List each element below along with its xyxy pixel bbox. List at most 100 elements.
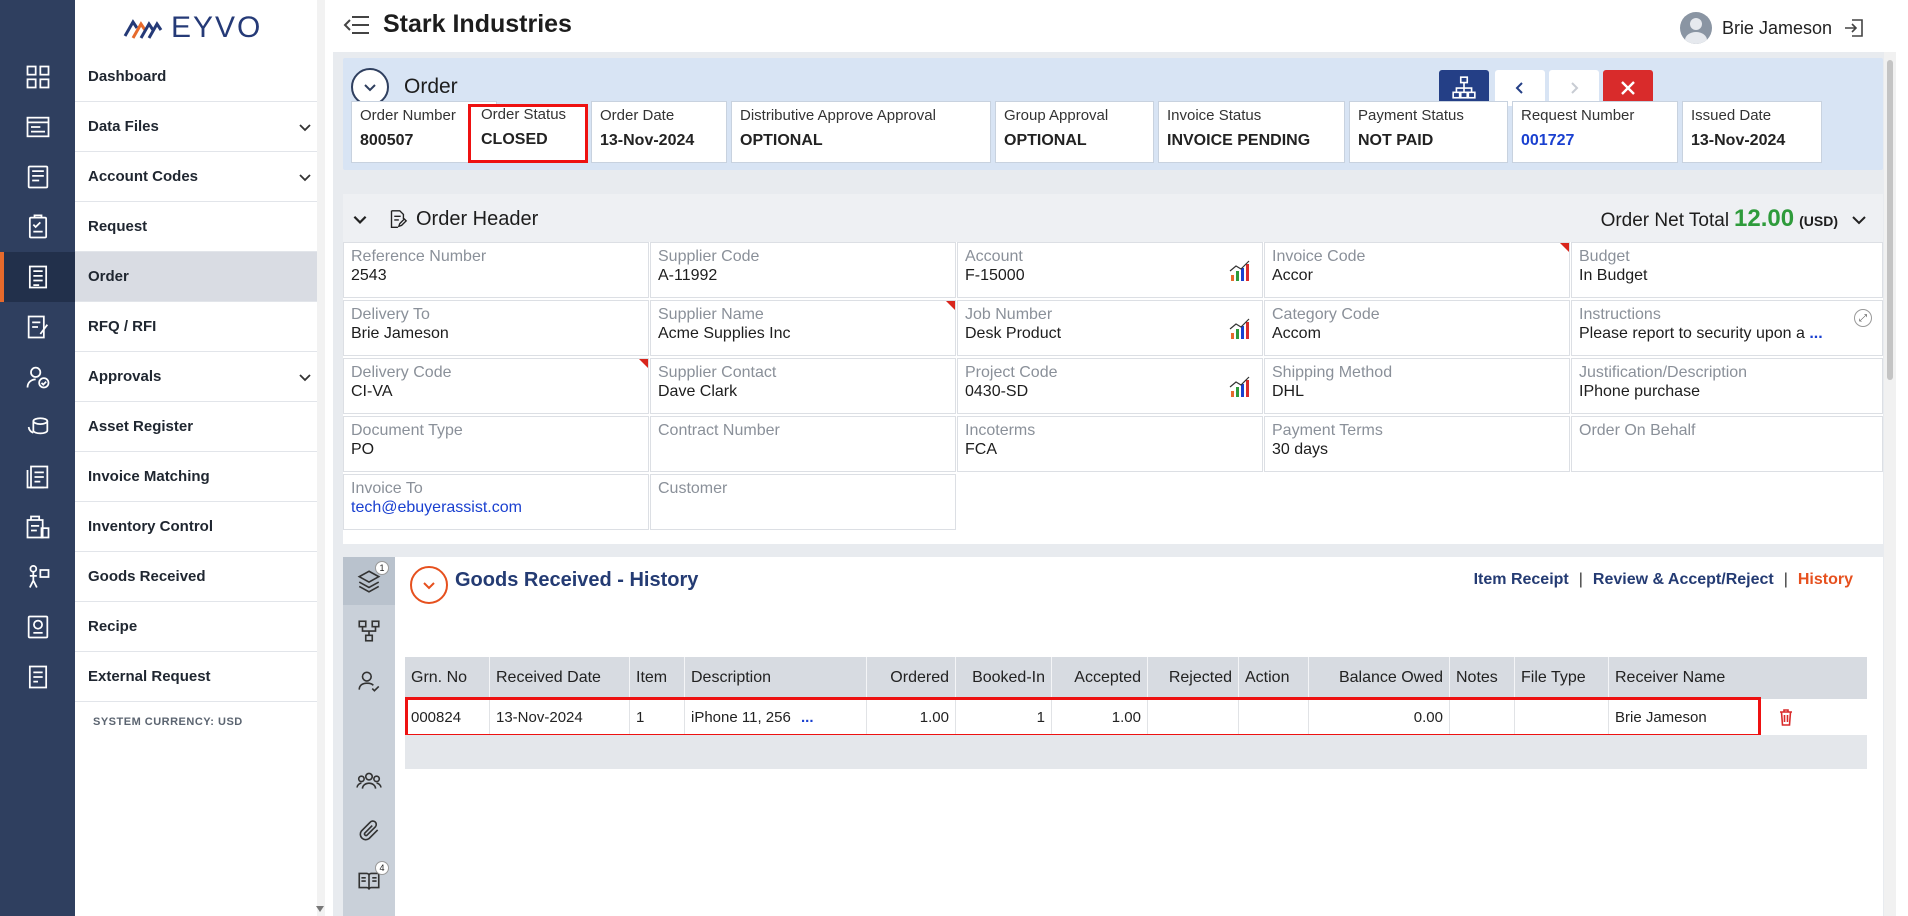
sidebar-item-label: Goods Received bbox=[88, 568, 206, 585]
sidebar-item-asset-register[interactable]: Asset Register bbox=[75, 402, 325, 452]
field-label: Shipping Method bbox=[1272, 364, 1393, 381]
top-bar: Stark Industries Brie Jameson bbox=[333, 0, 1896, 52]
status-value: OPTIONAL bbox=[740, 132, 823, 149]
field-category-code: Category Code Accom bbox=[1264, 300, 1570, 356]
approvals-icon[interactable] bbox=[0, 352, 75, 402]
chevron-down-icon[interactable] bbox=[1851, 212, 1867, 228]
field-label: Incoterms bbox=[965, 422, 1036, 439]
scroll-down-icon[interactable] bbox=[316, 906, 324, 912]
side-tab-layers[interactable]: 1 bbox=[343, 557, 395, 605]
sidebar-item-inventory-control[interactable]: Inventory Control bbox=[75, 502, 325, 552]
logout-icon[interactable] bbox=[1842, 16, 1866, 40]
sidebar-item-recipe[interactable]: Recipe bbox=[75, 602, 325, 652]
side-tab-blank[interactable] bbox=[343, 707, 395, 755]
side-tab-user-approval[interactable] bbox=[343, 657, 395, 705]
status-value: 13-Nov-2024 bbox=[1691, 132, 1786, 149]
col-item[interactable]: Item bbox=[629, 657, 684, 699]
col-accepted[interactable]: Accepted bbox=[1051, 657, 1147, 699]
sidebar-item-data-files[interactable]: Data Files bbox=[75, 102, 325, 152]
chevron-down-icon bbox=[364, 84, 376, 92]
user-menu[interactable]: Brie Jameson bbox=[1679, 12, 1866, 44]
field-value: F-15000 bbox=[965, 267, 1025, 284]
data-files-icon[interactable] bbox=[0, 102, 75, 152]
field-label: Reference Number bbox=[351, 248, 487, 265]
page-scrollbar[interactable] bbox=[1884, 52, 1896, 916]
sidebar-item-external-request[interactable]: External Request bbox=[75, 652, 325, 702]
icon-rail bbox=[0, 0, 75, 916]
budget-chart-icon[interactable] bbox=[1228, 375, 1252, 399]
goods-received-collapse-button[interactable] bbox=[410, 566, 448, 604]
status-label: Payment Status bbox=[1358, 107, 1464, 124]
table-row[interactable]: 000824 13-Nov-2024 1 iPhone 11, 256 ... … bbox=[405, 697, 1867, 737]
order-icon[interactable] bbox=[0, 252, 75, 302]
menu-collapse-icon[interactable] bbox=[343, 14, 371, 36]
sidebar-item-label: Dashboard bbox=[88, 68, 167, 85]
status-payment-status: Payment Status NOT PAID bbox=[1349, 101, 1508, 163]
col-balance-owed[interactable]: Balance Owed bbox=[1308, 657, 1449, 699]
sidebar-item-request[interactable]: Request bbox=[75, 202, 325, 252]
status-label: Order Status bbox=[481, 106, 567, 123]
col-grn-no[interactable]: Grn. No bbox=[405, 657, 489, 699]
field-value: 2543 bbox=[351, 267, 387, 284]
sidebar-scrollbar[interactable] bbox=[316, 0, 325, 916]
review-accept-reject-link[interactable]: Review & Accept/Reject bbox=[1593, 571, 1774, 589]
status-label: Group Approval bbox=[1004, 107, 1109, 124]
col-description[interactable]: Description bbox=[684, 657, 866, 699]
sidebar-item-rfq[interactable]: RFQ / RFI bbox=[75, 302, 325, 352]
expand-icon[interactable]: ⤢ bbox=[1854, 309, 1872, 327]
sidebar-item-label: External Request bbox=[88, 668, 211, 685]
field-value: 0430-SD bbox=[965, 383, 1029, 400]
sidebar-item-invoice-matching[interactable]: Invoice Matching bbox=[75, 452, 325, 502]
goods-received-icon[interactable] bbox=[0, 552, 75, 602]
user-name[interactable]: Brie Jameson bbox=[1722, 18, 1832, 39]
sidebar-item-order[interactable]: Order bbox=[75, 252, 325, 302]
status-label: Request Number bbox=[1521, 107, 1635, 124]
asset-register-icon[interactable] bbox=[0, 402, 75, 452]
rfq-icon[interactable] bbox=[0, 302, 75, 352]
col-received-date[interactable]: Received Date bbox=[489, 657, 629, 699]
request-number-link[interactable]: 001727 bbox=[1521, 132, 1669, 150]
grid-icon[interactable] bbox=[0, 52, 75, 102]
trash-icon[interactable] bbox=[1778, 708, 1794, 726]
sidebar-item-approvals[interactable]: Approvals bbox=[75, 352, 325, 402]
col-ordered[interactable]: Ordered bbox=[866, 657, 955, 699]
app-window: EYVO Dashboard Data Files Account Codes … bbox=[0, 0, 1908, 916]
history-link[interactable]: History bbox=[1798, 571, 1853, 589]
col-file-type[interactable]: File Type bbox=[1514, 657, 1608, 699]
more-link[interactable]: ... bbox=[1809, 325, 1822, 342]
col-receiver-name[interactable]: Receiver Name bbox=[1608, 657, 1751, 699]
budget-chart-icon[interactable] bbox=[1228, 259, 1252, 283]
side-tab-attachments[interactable] bbox=[343, 807, 395, 855]
order-header-title: Order Header bbox=[416, 208, 539, 230]
recipe-icon[interactable] bbox=[0, 602, 75, 652]
col-action[interactable]: Action bbox=[1238, 657, 1308, 699]
link-separator: | bbox=[1783, 571, 1788, 588]
chevron-down-icon[interactable] bbox=[351, 210, 369, 228]
sidebar-item-goods-received[interactable]: Goods Received bbox=[75, 552, 325, 602]
side-tab-book[interactable]: 4 bbox=[343, 857, 395, 905]
col-booked-in[interactable]: Booked-In bbox=[955, 657, 1051, 699]
invoice-to-email-link[interactable]: tech@ebuyerassist.com bbox=[351, 499, 641, 517]
scrollbar-thumb[interactable] bbox=[1887, 60, 1893, 380]
side-tab-document[interactable] bbox=[343, 907, 395, 916]
item-receipt-link[interactable]: Item Receipt bbox=[1474, 571, 1569, 589]
status-label: Distributive Approve Approval bbox=[740, 107, 936, 124]
field-delivery-code: Delivery Code CI-VA bbox=[343, 358, 649, 414]
col-notes[interactable]: Notes bbox=[1449, 657, 1514, 699]
status-value: 13-Nov-2024 bbox=[600, 132, 695, 149]
sidebar-item-account-codes[interactable]: Account Codes bbox=[75, 152, 325, 202]
invoice-matching-icon[interactable] bbox=[0, 452, 75, 502]
field-value: Dave Clark bbox=[658, 383, 738, 400]
avatar[interactable] bbox=[1679, 12, 1712, 44]
field-value: Accor bbox=[1272, 267, 1313, 284]
request-icon[interactable] bbox=[0, 202, 75, 252]
external-request-icon[interactable] bbox=[0, 652, 75, 702]
status-invoice-status: Invoice Status INVOICE PENDING bbox=[1158, 101, 1345, 163]
side-tab-workflow[interactable] bbox=[343, 607, 395, 655]
budget-chart-icon[interactable] bbox=[1228, 317, 1252, 341]
account-codes-icon[interactable] bbox=[0, 152, 75, 202]
inventory-control-icon[interactable] bbox=[0, 502, 75, 552]
col-rejected[interactable]: Rejected bbox=[1147, 657, 1238, 699]
sidebar-item-dashboard[interactable]: Dashboard bbox=[75, 52, 325, 102]
side-tab-users[interactable] bbox=[343, 757, 395, 805]
